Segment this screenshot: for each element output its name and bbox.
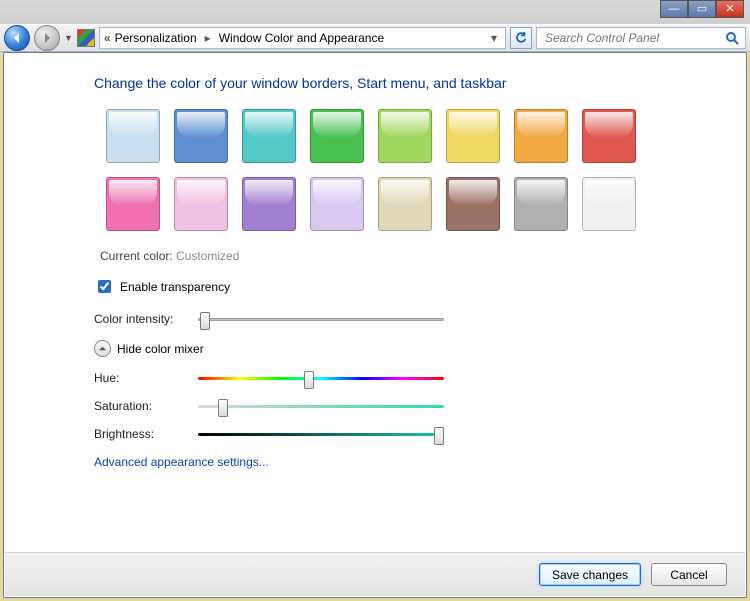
hue-row: Hue: xyxy=(94,371,716,385)
advanced-appearance-link[interactable]: Advanced appearance settings... xyxy=(94,455,716,469)
color-swatch[interactable] xyxy=(378,109,432,163)
history-dropdown-icon[interactable]: ▼ xyxy=(64,33,73,43)
color-swatch[interactable] xyxy=(514,109,568,163)
color-swatch[interactable] xyxy=(378,177,432,231)
search-input[interactable] xyxy=(543,30,713,46)
background-window-chrome: — ▭ ✕ xyxy=(0,0,750,24)
color-swatches xyxy=(94,109,716,231)
color-swatch[interactable] xyxy=(106,109,160,163)
color-swatch[interactable] xyxy=(174,109,228,163)
breadcrumb-current[interactable]: Window Color and Appearance xyxy=(219,31,384,45)
address-bar[interactable]: « Personalization ▸ Window Color and App… xyxy=(99,27,506,49)
transparency-checkbox[interactable] xyxy=(98,280,111,293)
chevron-right-icon[interactable]: ▸ xyxy=(205,31,211,45)
intensity-row: Color intensity: xyxy=(94,312,716,326)
close-button[interactable]: ✕ xyxy=(716,0,744,18)
minimize-button[interactable]: — xyxy=(660,0,688,18)
button-bar: Save changes Cancel xyxy=(5,552,745,596)
brightness-thumb[interactable] xyxy=(434,427,444,445)
search-icon[interactable] xyxy=(725,31,739,45)
control-panel-icon xyxy=(77,29,95,47)
cancel-button[interactable]: Cancel xyxy=(651,563,727,586)
hue-thumb[interactable] xyxy=(304,371,314,389)
navigation-bar: ▼ « Personalization ▸ Window Color and A… xyxy=(0,24,750,52)
color-swatch[interactable] xyxy=(242,177,296,231)
page-title: Change the color of your window borders,… xyxy=(94,75,716,91)
saturation-thumb[interactable] xyxy=(218,399,228,417)
hue-label: Hue: xyxy=(94,371,188,385)
save-button[interactable]: Save changes xyxy=(539,563,641,586)
mixer-toggle[interactable]: Hide color mixer xyxy=(94,340,716,357)
color-swatch[interactable] xyxy=(310,109,364,163)
address-dropdown-icon[interactable]: ▾ xyxy=(487,31,501,45)
hue-slider[interactable] xyxy=(198,371,444,385)
search-box[interactable] xyxy=(536,27,746,49)
saturation-slider[interactable] xyxy=(198,399,444,413)
current-color-row: Current color: Customized xyxy=(100,249,716,263)
chevron-up-icon xyxy=(94,340,111,357)
intensity-slider[interactable] xyxy=(198,312,444,326)
back-button[interactable] xyxy=(4,25,30,51)
color-swatch[interactable] xyxy=(242,109,296,163)
saturation-label: Saturation: xyxy=(94,399,188,413)
intensity-label: Color intensity: xyxy=(94,312,188,326)
color-swatch[interactable] xyxy=(310,177,364,231)
window-buttons: — ▭ ✕ xyxy=(660,0,744,18)
current-color-value: Customized xyxy=(176,249,239,263)
color-swatch[interactable] xyxy=(582,177,636,231)
color-swatch[interactable] xyxy=(174,177,228,231)
color-swatch[interactable] xyxy=(446,177,500,231)
color-swatch[interactable] xyxy=(446,109,500,163)
saturation-row: Saturation: xyxy=(94,399,716,413)
content-area: Change the color of your window borders,… xyxy=(4,53,746,549)
forward-button[interactable] xyxy=(34,25,60,51)
brightness-label: Brightness: xyxy=(94,427,188,441)
brightness-slider[interactable] xyxy=(198,427,444,441)
current-color-label: Current color: xyxy=(100,249,173,263)
brightness-row: Brightness: xyxy=(94,427,716,441)
chevron-left-double-icon[interactable]: « xyxy=(104,31,109,45)
color-swatch[interactable] xyxy=(582,109,636,163)
intensity-thumb[interactable] xyxy=(200,312,210,330)
refresh-button[interactable] xyxy=(510,27,532,49)
main-panel: Change the color of your window borders,… xyxy=(3,52,747,598)
color-swatch[interactable] xyxy=(514,177,568,231)
color-swatch[interactable] xyxy=(106,177,160,231)
breadcrumb-parent[interactable]: Personalization xyxy=(115,31,197,45)
mixer-toggle-label: Hide color mixer xyxy=(117,342,204,356)
maximize-button[interactable]: ▭ xyxy=(688,0,716,18)
transparency-row[interactable]: Enable transparency xyxy=(94,277,716,296)
transparency-label: Enable transparency xyxy=(120,280,230,294)
